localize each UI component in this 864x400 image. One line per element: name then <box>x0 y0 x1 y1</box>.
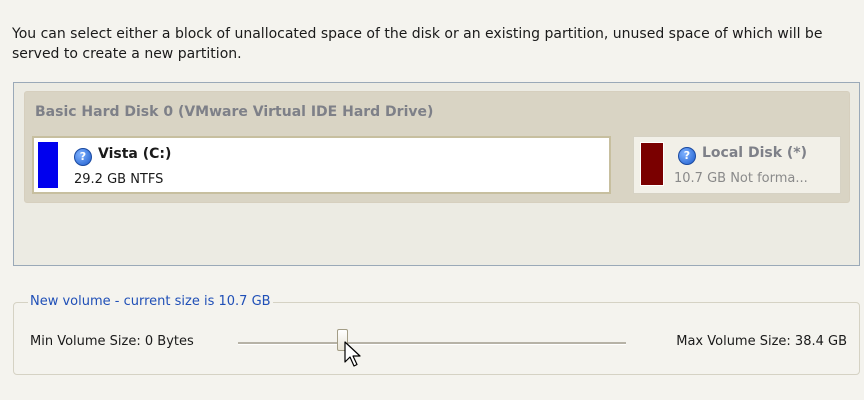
partition-name: Local Disk (*) <box>702 145 808 161</box>
partition-info: 29.2 GB NTFS <box>74 172 164 187</box>
max-volume-size-label: Max Volume Size: 38.4 GB <box>676 334 847 349</box>
create-partition-page: You can select either a block of unalloc… <box>0 0 864 400</box>
help-icon: ? <box>74 148 92 166</box>
mouse-cursor-icon <box>344 341 361 367</box>
new-volume-group: New volume - current size is 10.7 GB Min… <box>13 294 860 375</box>
volume-legend: New volume - current size is 10.7 GB <box>28 294 273 309</box>
intro-text: You can select either a block of unalloc… <box>12 26 823 62</box>
partition-vista-c[interactable]: ? Vista (C:) 29.2 GB NTFS <box>32 136 611 194</box>
disk-title: Basic Hard Disk 0 (VMware Virtual IDE Ha… <box>35 104 434 120</box>
partition-color-swatch <box>38 142 58 188</box>
partition-info: 10.7 GB Not forma... <box>674 171 808 186</box>
partition-name: Vista (C:) <box>98 146 172 162</box>
min-volume-size-label: Min Volume Size: 0 Bytes <box>30 334 194 349</box>
disk-map-panel: Basic Hard Disk 0 (VMware Virtual IDE Ha… <box>13 82 860 266</box>
partition-local-disk[interactable]: ? Local Disk (*) 10.7 GB Not forma... <box>633 136 841 194</box>
partition-color-swatch <box>640 142 664 186</box>
help-icon: ? <box>678 147 696 165</box>
volume-size-slider-track[interactable] <box>238 342 626 345</box>
disk-group: Basic Hard Disk 0 (VMware Virtual IDE Ha… <box>24 91 850 203</box>
